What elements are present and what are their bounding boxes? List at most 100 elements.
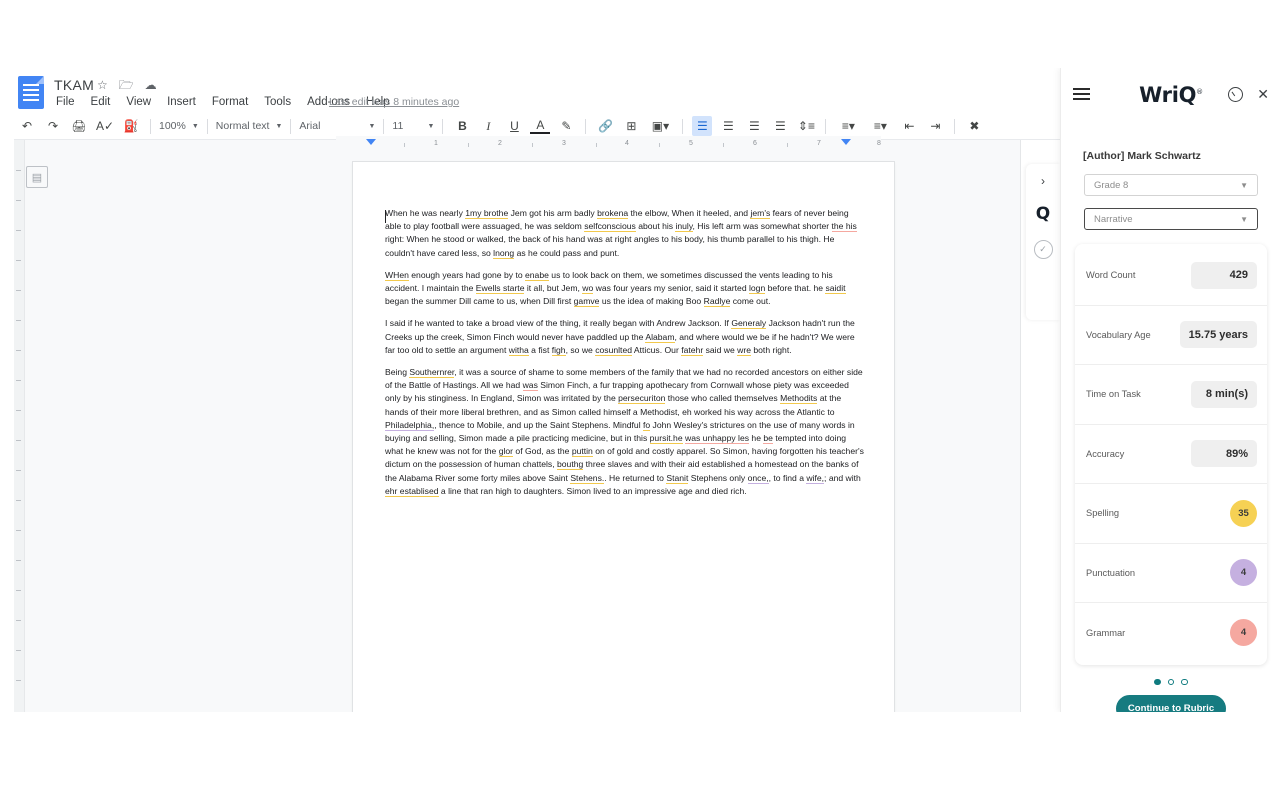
spelling-error-text: bouthg — [557, 459, 583, 470]
genre-select[interactable]: Narrative ▼ — [1084, 208, 1258, 230]
metric-row: Punctuation4 — [1075, 544, 1267, 604]
add-comment-icon[interactable]: ⊞ — [621, 116, 641, 136]
check-circle-icon[interactable]: ✓ — [1034, 240, 1053, 259]
wriq-q-icon[interactable]: Q — [1036, 204, 1050, 224]
document-text-run: Stephens only — [688, 473, 747, 483]
metric-label: Vocabulary Age — [1086, 330, 1151, 340]
undo-icon[interactable]: ↶ — [17, 116, 37, 136]
document-page[interactable]: When he was nearly 1my brothe Jem got hi… — [353, 162, 894, 712]
document-outline-icon[interactable]: ▤ — [26, 166, 48, 188]
cloud-saved-icon[interactable]: ☁ — [145, 79, 157, 91]
chevron-down-icon: ▼ — [427, 123, 434, 130]
carousel-dots[interactable] — [1061, 679, 1280, 686]
spelling-error-text: wo — [582, 283, 593, 294]
document-text-run: both right. — [751, 345, 792, 355]
grammar-error-text: was unhappy les — [685, 433, 749, 444]
document-paragraph: Being Southernrer, it was a source of sh… — [385, 366, 866, 498]
indent-marker-left[interactable] — [366, 139, 376, 145]
menu-file[interactable]: File — [54, 95, 77, 109]
spelling-error-text: Methodits — [780, 393, 817, 404]
underline-icon[interactable]: U — [504, 116, 524, 136]
ruler-num: 6 — [753, 140, 757, 147]
metric-row: Word Count429 — [1075, 246, 1267, 306]
spelling-error-text: Radlye — [704, 296, 731, 307]
document-text-run: said we — [703, 345, 737, 355]
redo-icon[interactable]: ↷ — [43, 116, 63, 136]
text-color-icon[interactable]: A — [530, 118, 550, 134]
align-justify-icon[interactable]: ☰ — [770, 116, 790, 136]
document-text-run: was four years my senior, said it starte… — [593, 283, 749, 293]
expand-panel-icon[interactable]: › — [1041, 174, 1045, 188]
document-paragraph: I said if he wanted to take a broad view… — [385, 317, 866, 357]
wriq-header: WriQ® ✕ — [1061, 68, 1280, 120]
carousel-dot[interactable] — [1168, 679, 1175, 686]
spelling-error-text: lnong — [493, 248, 514, 259]
increase-indent-icon[interactable]: ⇥ — [925, 116, 945, 136]
document-text-run: enough years had gone by to — [409, 270, 525, 280]
document-text[interactable]: When he was nearly 1my brothe Jem got hi… — [385, 207, 866, 507]
grammar-error-text: was — [523, 380, 538, 391]
spelling-error-text: fatehr — [681, 345, 703, 356]
decrease-indent-icon[interactable]: ⇤ — [899, 116, 919, 136]
close-icon[interactable]: ✕ — [1257, 87, 1269, 102]
zoom-selector[interactable]: 100% ▼ — [157, 120, 201, 132]
highlight-color-icon[interactable]: ✎ — [556, 116, 576, 136]
spelling-check-icon[interactable]: A✓ — [95, 116, 115, 136]
italic-icon[interactable]: I — [478, 116, 498, 136]
document-text-run: When he was nearly — [385, 208, 465, 218]
document-title[interactable]: TKAM — [54, 77, 94, 93]
grade-select-value: Grade 8 — [1094, 180, 1128, 191]
font-size-selector[interactable]: 11 ▼ — [390, 120, 436, 132]
grade-select[interactable]: Grade 8 ▼ — [1084, 174, 1258, 196]
menu-format[interactable]: Format — [210, 95, 250, 109]
toolbar-divider — [290, 119, 291, 134]
document-workspace: ▤ 1 2 3 4 5 6 7 8 When he was nearly 1my — [14, 140, 1021, 712]
addon-icon-rail: › Q ✓ — [1026, 164, 1060, 320]
font-value: Arial — [299, 120, 320, 132]
align-center-icon[interactable]: ☰ — [718, 116, 738, 136]
metric-row: Vocabulary Age15.75 years — [1075, 306, 1267, 366]
spelling-error-text: wre — [737, 345, 751, 356]
metric-label: Accuracy — [1086, 449, 1124, 459]
insert-link-icon[interactable]: 🔗 — [595, 116, 615, 136]
document-text-run: about his — [636, 221, 676, 231]
bold-icon[interactable]: B — [452, 116, 472, 136]
speedometer-icon[interactable] — [1228, 87, 1243, 102]
font-selector[interactable]: Arial ▼ — [297, 120, 377, 132]
menu-edit[interactable]: Edit — [89, 95, 113, 109]
indent-marker-right[interactable] — [841, 139, 851, 145]
spelling-error-text: cosunlted — [595, 345, 632, 356]
print-icon[interactable]: 🖨 — [69, 116, 89, 136]
spelling-error-text: figh — [552, 345, 566, 356]
continue-to-rubric-button[interactable]: Continue to Rubric — [1116, 695, 1226, 712]
align-left-icon[interactable]: ☰ — [692, 116, 712, 136]
spelling-error-text: Generaly — [731, 318, 766, 329]
google-docs-icon — [18, 76, 44, 109]
menu-tools[interactable]: Tools — [262, 95, 293, 109]
grammar-error-text: be — [763, 433, 773, 444]
clear-formatting-icon[interactable]: ✖ — [964, 116, 984, 136]
horizontal-ruler[interactable]: 1 2 3 4 5 6 7 8 — [336, 136, 881, 154]
numbered-list-icon[interactable]: ≡▾ — [835, 116, 861, 136]
last-edit-link[interactable]: Last edit was 8 minutes ago — [329, 96, 459, 108]
move-to-folder-icon[interactable]: 🗁 — [119, 79, 134, 91]
star-icon[interactable]: ☆ — [97, 79, 108, 91]
metric-value: 35 — [1230, 500, 1257, 527]
document-text-run: it all, but Jem, — [524, 283, 582, 293]
ruler-num: 2 — [498, 140, 502, 147]
ruler-num: 8 — [877, 140, 881, 147]
align-right-icon[interactable]: ☰ — [744, 116, 764, 136]
paint-format-icon[interactable]: ⛽ — [121, 116, 141, 136]
menu-view[interactable]: View — [124, 95, 153, 109]
line-spacing-icon[interactable]: ⇕≡ — [796, 116, 816, 136]
bulleted-list-icon[interactable]: ≡▾ — [867, 116, 893, 136]
menu-insert[interactable]: Insert — [165, 95, 198, 109]
spelling-error-text: Stanit — [666, 473, 688, 484]
spelling-error-text: Southernrer — [409, 367, 454, 378]
carousel-dot[interactable] — [1154, 679, 1161, 686]
paragraph-style-selector[interactable]: Normal text ▼ — [214, 120, 285, 132]
spelling-error-text: glor — [499, 446, 513, 457]
carousel-dot[interactable] — [1181, 679, 1188, 686]
spelling-error-text: jem's — [750, 208, 770, 219]
insert-image-icon[interactable]: ▣▾ — [647, 116, 673, 136]
